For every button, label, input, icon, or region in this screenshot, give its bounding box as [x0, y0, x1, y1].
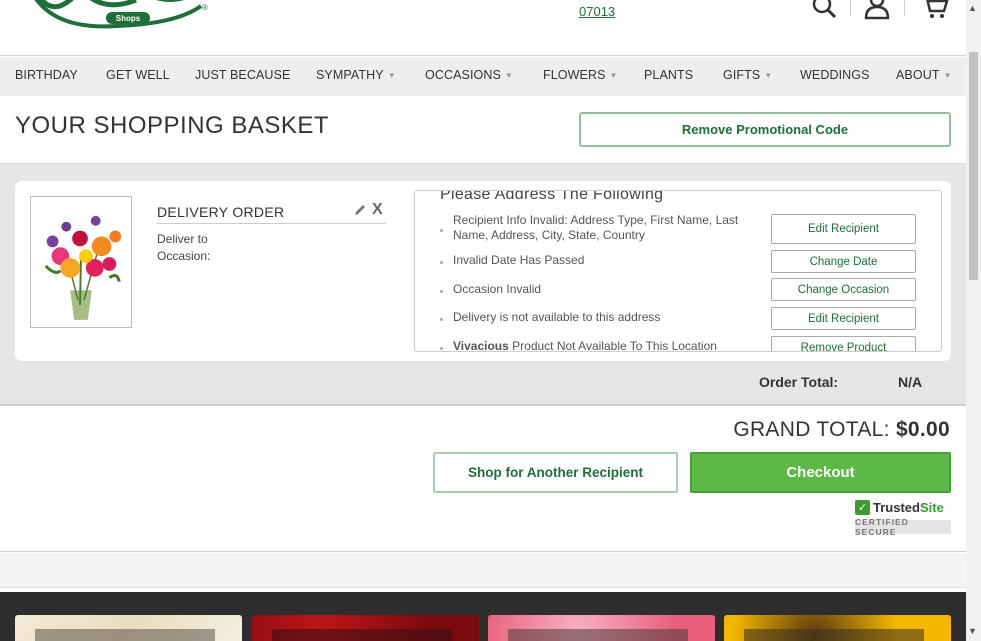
basket-header: YOUR SHOPPING BASKET Remove Promotional …	[0, 96, 966, 163]
issue-product-unavailable: Vivacious Product Not Available To This …	[453, 339, 717, 352]
header-divider	[904, 0, 905, 16]
grand-total-value: $0.00	[895, 418, 950, 441]
nav-item-get-well[interactable]: GET WELL	[106, 68, 170, 82]
nav-item-about[interactable]: ABOUT ▼	[896, 68, 952, 82]
scrollbar-thumb[interactable]	[969, 52, 978, 280]
chevron-down-icon: ▼	[504, 71, 513, 81]
pencil-icon[interactable]	[353, 203, 367, 217]
svg-text:Shops: Shops	[116, 14, 141, 23]
nav-item-plants[interactable]: PLANTS	[644, 68, 693, 82]
nav-item-birthday[interactable]: BIRTHDAY	[15, 68, 78, 82]
shop-another-recipient-button[interactable]: Shop for Another Recipient	[433, 452, 678, 493]
delivery-order-card: DELIVERY ORDER X Deliver to Occasion: Pl…	[15, 181, 951, 361]
account-icon[interactable]	[862, 0, 892, 24]
totals-section: GRAND TOTAL: $0.00 Shop for Another Reci…	[0, 406, 966, 552]
occasion-label: Occasion:	[157, 249, 211, 263]
delivery-zip-link[interactable]: 07013	[579, 4, 615, 19]
scrollbar[interactable]: ▲ ▼	[966, 0, 981, 641]
main-nav: BIRTHDAY GET WELL JUST BECAUSE SYMPATHY ▼…	[0, 57, 966, 96]
nav-item-weddings[interactable]: WEDDINGS	[800, 68, 870, 82]
header-divider	[850, 0, 851, 16]
scroll-up-icon[interactable]: ▲	[968, 3, 977, 13]
issue-invalid-date: Invalid Date Has Passed	[453, 253, 585, 267]
trusted-sub: CERTIFIED SECURE	[855, 517, 951, 537]
nav-item-just-because[interactable]: JUST BECAUSE	[195, 68, 290, 82]
bullet-icon	[440, 290, 443, 293]
site-header: Shops ® 07013	[0, 0, 966, 56]
chevron-down-icon: ▼	[943, 71, 952, 81]
issue-product-text: Product Not Available To This Location	[508, 339, 717, 352]
section-spacer	[0, 553, 966, 588]
nav-item-occasions[interactable]: OCCASIONS ▼	[425, 68, 513, 82]
remove-product-button[interactable]: Remove Product	[771, 336, 916, 351]
nav-item-sympathy[interactable]: SYMPATHY ▼	[316, 68, 396, 82]
grand-total-label: GRAND TOTAL:	[733, 418, 890, 441]
address-issues-panel: Please Address The Following Recipient I…	[414, 190, 942, 352]
edit-recipient-button[interactable]: Edit Recipient	[771, 214, 916, 244]
checkmark-icon: ✓	[855, 500, 870, 515]
bullet-icon	[440, 229, 443, 232]
divider	[157, 223, 386, 224]
edit-recipient-button-2[interactable]: Edit Recipient	[771, 307, 916, 330]
bullet-icon	[440, 347, 443, 350]
scroll-down-icon[interactable]: ▼	[968, 626, 977, 636]
deliver-to-label: Deliver to	[157, 232, 208, 246]
change-occasion-button[interactable]: Change Occasion	[771, 278, 916, 301]
promo-thumbnails	[0, 592, 966, 641]
promo-thumbnail[interactable]	[15, 615, 242, 641]
trusted-site-text: Site	[919, 500, 944, 515]
chevron-down-icon: ▼	[764, 71, 773, 81]
order-total-label: Order Total:	[759, 374, 839, 390]
issue-occasion-invalid: Occasion Invalid	[453, 282, 542, 296]
bullet-icon	[440, 261, 443, 264]
brand-logo[interactable]: Shops ®	[26, 0, 216, 30]
order-total-value: N/A	[898, 374, 923, 390]
trusted-site-badge[interactable]: ✓ Trusted Site CERTIFIED SECURE	[855, 498, 951, 537]
issues-title: Please Address The Following	[440, 190, 664, 203]
remove-promo-code-button[interactable]: Remove Promotional Code	[579, 112, 951, 147]
grand-total: GRAND TOTAL: $0.00	[733, 418, 950, 442]
close-icon[interactable]: X	[372, 201, 383, 219]
order-type-label: DELIVERY ORDER	[157, 204, 285, 220]
issue-delivery-unavailable: Delivery is not available to this addres…	[453, 310, 661, 324]
chevron-down-icon: ▼	[387, 71, 396, 81]
change-date-button[interactable]: Change Date	[771, 250, 916, 273]
bullet-icon	[440, 318, 443, 321]
trusted-name: Trusted	[873, 500, 920, 515]
cart-area: DELIVERY ORDER X Deliver to Occasion: Pl…	[0, 163, 966, 406]
svg-text:®: ®	[202, 3, 208, 12]
page-title: YOUR SHOPPING BASKET	[15, 112, 330, 139]
nav-item-gifts[interactable]: GIFTS ▼	[723, 68, 772, 82]
nav-item-flowers[interactable]: FLOWERS ▼	[543, 68, 618, 82]
cart-icon[interactable]	[920, 0, 950, 24]
issue-recipient-info: Recipient Info Invalid: Address Type, Fi…	[453, 213, 739, 242]
chevron-down-icon: ▼	[609, 71, 618, 81]
product-image[interactable]	[30, 196, 132, 328]
promo-thumbnail[interactable]	[724, 615, 951, 641]
promo-thumbnail[interactable]	[488, 615, 715, 641]
product-name: Vivacious	[453, 339, 509, 352]
search-icon[interactable]	[810, 0, 840, 24]
promo-thumbnail[interactable]	[252, 615, 479, 641]
checkout-button[interactable]: Checkout	[690, 452, 951, 493]
